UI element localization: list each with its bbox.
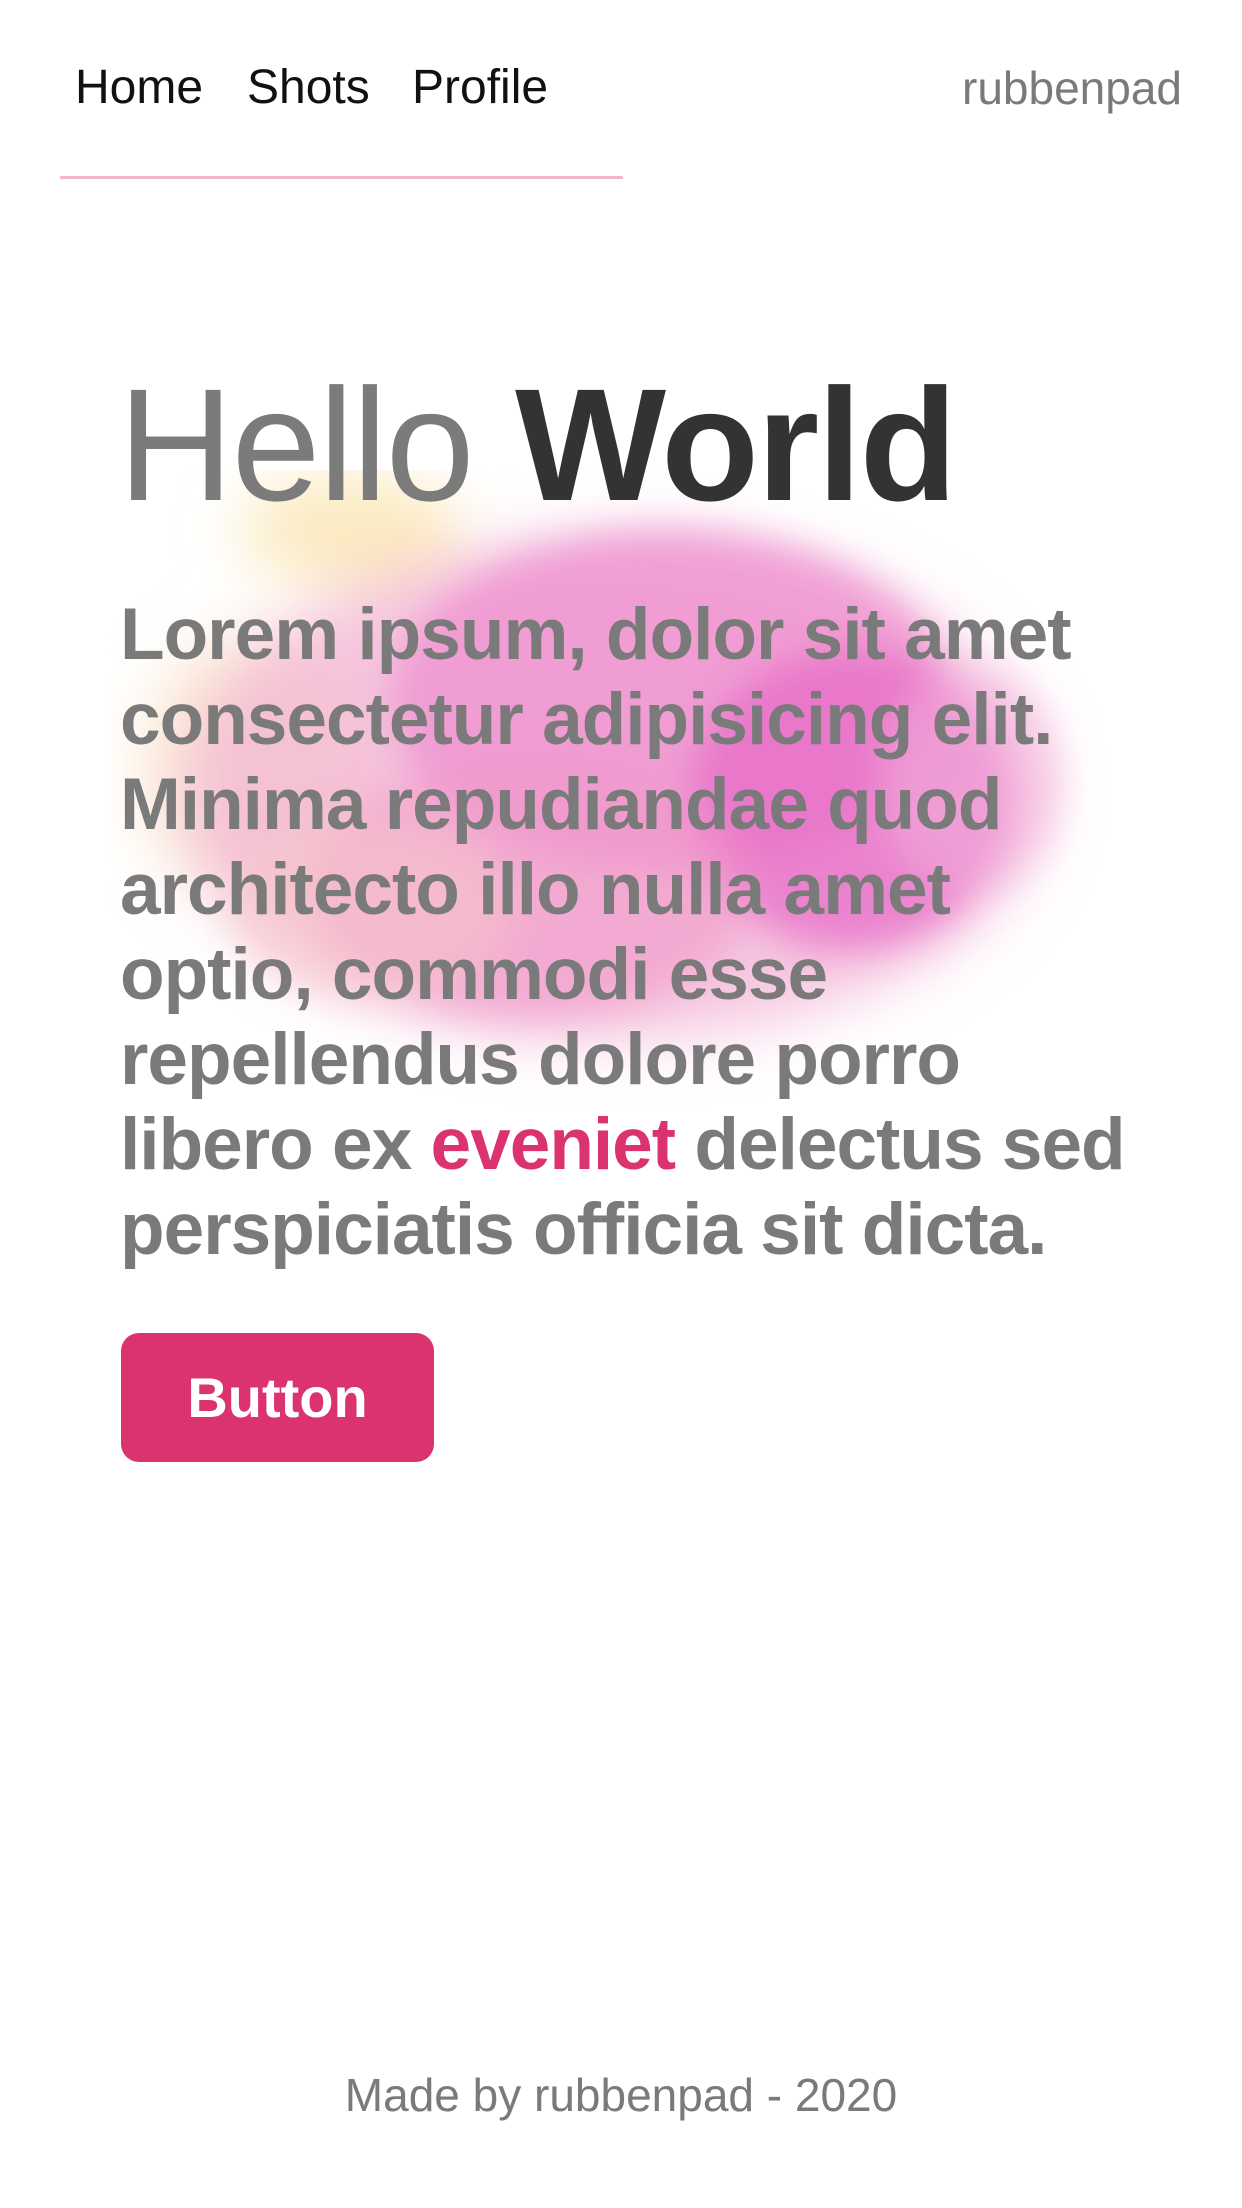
top-nav: Home Shots Profile rubbenpad <box>0 0 1242 180</box>
nav-underline <box>60 176 623 179</box>
hero-title-light: Hello <box>118 355 475 534</box>
hero-paragraph-before: Lorem ipsum, dolor sit amet consectetur … <box>120 594 1072 1185</box>
hero-title-bold: World <box>515 355 957 534</box>
hero-title: Hello World <box>118 360 957 530</box>
hero-paragraph-highlight: eveniet <box>430 1104 677 1185</box>
nav-link-profile[interactable]: Profile <box>412 58 548 118</box>
hero-paragraph: Lorem ipsum, dolor sit amet consectetur … <box>120 592 1130 1272</box>
nav-link-shots[interactable]: Shots <box>247 58 370 118</box>
footer-text: Made by rubbenpad - 2020 <box>344 2069 898 2121</box>
nav-link-home[interactable]: Home <box>75 58 203 118</box>
primary-button[interactable]: Button <box>121 1333 434 1462</box>
username-label: rubbenpad <box>962 62 1182 114</box>
